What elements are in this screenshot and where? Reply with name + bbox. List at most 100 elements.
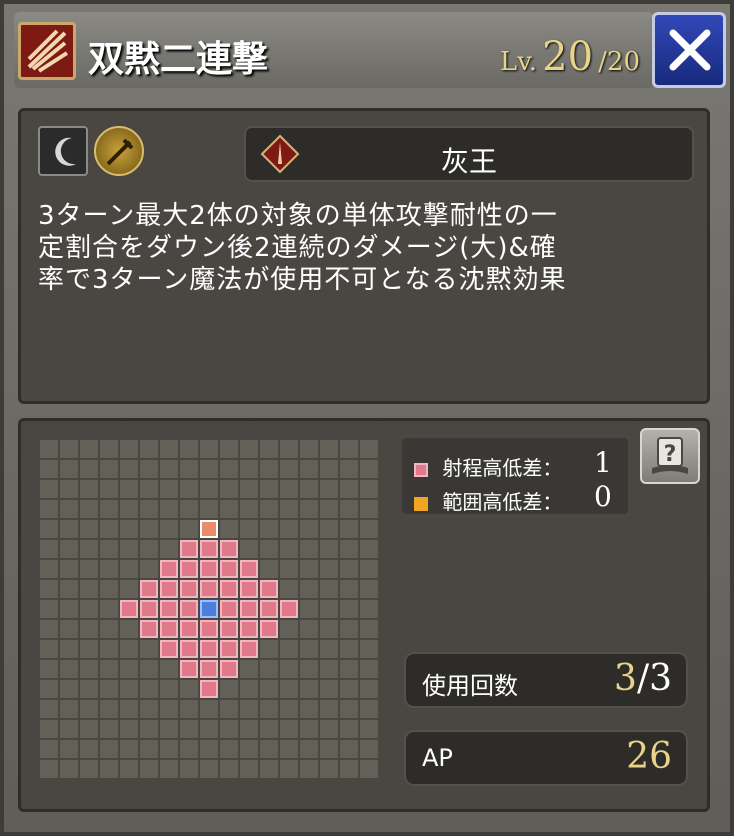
- grid-cell: [220, 700, 238, 718]
- range-cell: [240, 600, 258, 618]
- grid-cell: [240, 660, 258, 678]
- grid-cell: [260, 700, 278, 718]
- range-cell: [200, 540, 218, 558]
- grid-cell: [140, 440, 158, 458]
- grid-cell: [360, 540, 378, 558]
- grid-cell: [40, 660, 58, 678]
- grid-cell: [120, 640, 138, 658]
- grid-cell: [160, 460, 178, 478]
- grid-cell: [300, 520, 318, 538]
- range-cell: [200, 560, 218, 578]
- grid-cell: [60, 620, 78, 638]
- grid-cell: [60, 460, 78, 478]
- grid-cell: [40, 460, 58, 478]
- close-button[interactable]: [652, 12, 726, 88]
- grid-cell: [200, 760, 218, 778]
- grid-cell: [320, 720, 338, 738]
- grid-cell: [180, 680, 198, 698]
- grid-cell: [40, 580, 58, 598]
- grid-cell: [300, 580, 318, 598]
- grid-cell: [220, 500, 238, 518]
- grid-cell: [40, 640, 58, 658]
- range-cell: [260, 620, 278, 638]
- grid-cell: [40, 680, 58, 698]
- grid-cell: [360, 580, 378, 598]
- grid-cell: [160, 520, 178, 538]
- grid-cell: [60, 600, 78, 618]
- grid-cell: [120, 580, 138, 598]
- grid-cell: [160, 760, 178, 778]
- grid-cell: [340, 700, 358, 718]
- grid-cell: [60, 480, 78, 498]
- grid-cell: [140, 740, 158, 758]
- svg-text:?: ?: [664, 442, 677, 467]
- grid-cell: [40, 520, 58, 538]
- grid-cell: [280, 440, 298, 458]
- grid-cell: [220, 480, 238, 498]
- grid-cell: [100, 440, 118, 458]
- grid-cell: [160, 500, 178, 518]
- grid-cell: [100, 620, 118, 638]
- grid-cell: [320, 640, 338, 658]
- grid-cell: [60, 440, 78, 458]
- grid-cell: [120, 720, 138, 738]
- grid-cell: [260, 680, 278, 698]
- grid-cell: [60, 580, 78, 598]
- grid-cell: [280, 480, 298, 498]
- grid-cell: [100, 480, 118, 498]
- help-button[interactable]: ?: [640, 428, 700, 484]
- range-cell: [180, 560, 198, 578]
- grid-cell: [120, 540, 138, 558]
- grid-cell: [360, 720, 378, 738]
- grid-cell: [60, 720, 78, 738]
- grid-cell: [280, 620, 298, 638]
- grid-cell: [280, 740, 298, 758]
- grid-cell: [180, 500, 198, 518]
- grid-cell: [320, 440, 338, 458]
- range-cell: [260, 600, 278, 618]
- grid-cell: [40, 700, 58, 718]
- grid-cell: [40, 720, 58, 738]
- grid-cell: [120, 740, 138, 758]
- grid-cell: [260, 760, 278, 778]
- range-cell: [240, 580, 258, 598]
- description-line: 定割合をダウン後2連続のダメージ(大)&確: [38, 233, 557, 263]
- slash-icon: [18, 22, 76, 80]
- range-cell: [160, 560, 178, 578]
- grid-cell: [120, 620, 138, 638]
- ap-label: AP: [422, 744, 453, 772]
- range-swatch: [414, 462, 428, 477]
- level-max: /20: [598, 47, 640, 77]
- grid-cell: [300, 600, 318, 618]
- grid-cell: [120, 760, 138, 778]
- grid-cell: [240, 480, 258, 498]
- grid-cell: [340, 540, 358, 558]
- grid-cell: [300, 480, 318, 498]
- grid-cell: [60, 540, 78, 558]
- grid-cell: [200, 480, 218, 498]
- grid-cell: [360, 440, 378, 458]
- grid-cell: [140, 640, 158, 658]
- grid-cell: [340, 500, 358, 518]
- area-height-label: 範囲高低差：: [442, 490, 563, 514]
- grid-cell: [360, 620, 378, 638]
- grid-cell: [80, 560, 98, 578]
- element-name-bar: 灰王: [244, 126, 694, 182]
- grid-cell: [240, 680, 258, 698]
- range-cell: [180, 640, 198, 658]
- grid-cell: [160, 720, 178, 738]
- grid-cell: [320, 760, 338, 778]
- range-cell: [200, 640, 218, 658]
- grid-cell: [40, 600, 58, 618]
- grid-cell: [80, 460, 98, 478]
- grid-cell: [260, 660, 278, 678]
- grid-cell: [360, 640, 378, 658]
- grid-cell: [80, 760, 98, 778]
- uses-separator: /: [636, 658, 650, 699]
- grid-cell: [140, 520, 158, 538]
- area-height-value: 0: [594, 480, 612, 513]
- grid-cell: [40, 500, 58, 518]
- grid-cell: [260, 540, 278, 558]
- range-cell: [180, 660, 198, 678]
- grid-cell: [260, 480, 278, 498]
